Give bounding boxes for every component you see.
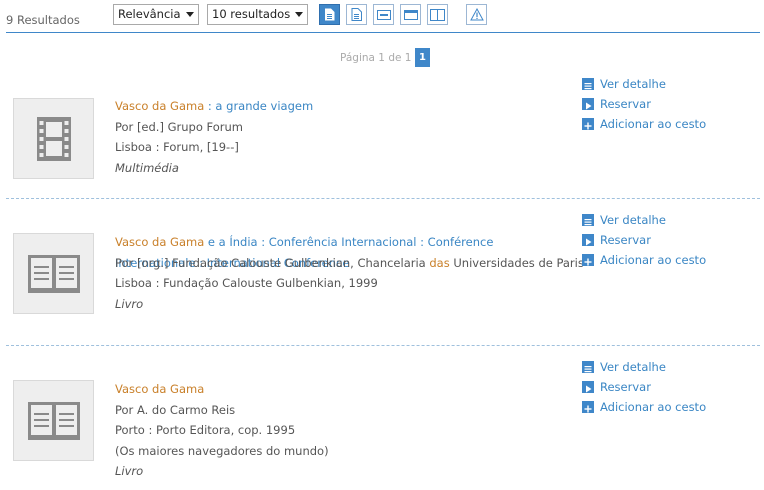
open-book-icon (430, 8, 445, 21)
book-icon (27, 254, 80, 293)
book-icon (27, 401, 80, 440)
add-to-basket-button[interactable]: Adicionar ao cesto (582, 114, 757, 134)
toolbar-divider (6, 32, 760, 33)
result-series: (Os maiores navegadores do mundo) (115, 443, 329, 458)
result-publication: Porto : Porto Editora, cop. 1995 (115, 423, 296, 437)
card-icon (403, 9, 418, 20)
reserve-label: Reservar (600, 97, 651, 111)
add-to-basket-label: Adicionar ao cesto (600, 253, 707, 267)
plus-icon (582, 118, 594, 130)
reserve-label: Reservar (600, 233, 651, 247)
result-divider (6, 198, 760, 199)
document-icon (325, 8, 335, 21)
add-to-basket-label: Adicionar ao cesto (600, 117, 707, 131)
results-toolbar: 9 Resultados Relevância 10 resultados (0, 0, 764, 34)
page-size-select-value: 10 resultados (212, 7, 291, 21)
pagination-text: Página 1 de 1 (340, 52, 412, 64)
result-type: Livro (115, 464, 144, 478)
document-lines-icon (351, 8, 362, 21)
reserve-button[interactable]: Reservar (582, 377, 757, 397)
result-thumbnail[interactable] (13, 98, 94, 179)
list-icon (582, 78, 594, 90)
result-info: Vasco da Gama : a grande viagem Por [ed.… (115, 96, 555, 178)
result-title[interactable]: Vasco da Gama (115, 379, 555, 400)
title-highlight[interactable]: Vasco da Gama (115, 99, 204, 113)
report-problem-button[interactable] (466, 4, 487, 25)
tag-icon (376, 9, 391, 20)
author-text: Universidades de Paris (449, 255, 584, 270)
result-publication: Lisboa : Forum, [19--] (115, 140, 239, 154)
play-icon (582, 98, 594, 110)
reserve-button[interactable]: Reservar (582, 94, 757, 114)
result-title[interactable]: Vasco da Gama : a grande viagem (115, 96, 555, 117)
result-info: Vasco da Gama e a Índia : Conferência In… (115, 232, 584, 314)
result-author: Por [org.] Fundação Calouste Gulbenkian,… (115, 253, 584, 274)
view-full-record-button[interactable] (346, 4, 367, 25)
result-thumbnail[interactable] (13, 233, 94, 314)
result-actions: Ver detalhe Reservar Adicionar ao cesto (582, 210, 757, 270)
list-icon (582, 214, 594, 226)
list-icon (582, 361, 594, 373)
reserve-button[interactable]: Reservar (582, 230, 757, 250)
result-type: Livro (115, 296, 144, 311)
view-details-button[interactable]: Ver detalhe (582, 210, 757, 230)
view-details-label: Ver detalhe (600, 360, 666, 374)
view-book-button[interactable] (427, 4, 448, 25)
page-size-select[interactable]: 10 resultados (207, 4, 308, 25)
result-actions: Ver detalhe Reservar Adicionar ao cesto (582, 357, 757, 417)
title-highlight[interactable]: Vasco da Gama (115, 235, 204, 249)
view-label-button[interactable] (373, 4, 394, 25)
view-card-button[interactable] (400, 4, 421, 25)
view-summary-button[interactable] (319, 4, 340, 25)
order-select-value: Relevância (118, 7, 181, 21)
title-link[interactable]: : a grande viagem (204, 99, 313, 113)
view-details-label: Ver detalhe (600, 77, 666, 91)
order-select[interactable]: Relevância (113, 4, 199, 25)
view-details-button[interactable]: Ver detalhe (582, 74, 757, 94)
plus-icon (582, 401, 594, 413)
result-author: Por A. do Carmo Reis (115, 402, 236, 417)
reserve-label: Reservar (600, 380, 651, 394)
result-title[interactable]: Vasco da Gama e a Índia : Conferência In… (115, 232, 550, 270)
view-details-label: Ver detalhe (600, 213, 666, 227)
pagination: Página 1 de 1 1 (0, 48, 764, 68)
play-icon (582, 381, 594, 393)
add-to-basket-button[interactable]: Adicionar ao cesto (582, 397, 757, 417)
add-to-basket-label: Adicionar ao cesto (600, 400, 707, 414)
film-icon (36, 116, 71, 161)
title-highlight[interactable]: Vasco da Gama (115, 382, 204, 396)
page-1-button[interactable]: 1 (415, 48, 430, 67)
result-publication: Lisboa : Fundação Calouste Gulbenkian, 1… (115, 276, 378, 290)
warning-icon (469, 8, 484, 21)
result-author: Por [ed.] Grupo Forum (115, 119, 243, 134)
chevron-down-icon (186, 12, 194, 17)
add-to-basket-button[interactable]: Adicionar ao cesto (582, 250, 757, 270)
author-text: Por [org.] Fundação Calouste Gulbenkian,… (115, 255, 430, 270)
result-info: Vasco da Gama Por A. do Carmo Reis Porto… (115, 379, 555, 482)
result-divider (6, 345, 760, 346)
result-thumbnail[interactable] (13, 380, 94, 461)
result-type: Multimédia (115, 160, 179, 175)
view-details-button[interactable]: Ver detalhe (582, 357, 757, 377)
author-highlight: das (429, 255, 450, 270)
result-actions: Ver detalhe Reservar Adicionar ao cesto (582, 74, 757, 134)
chevron-down-icon (295, 12, 303, 17)
play-icon (582, 234, 594, 246)
plus-icon (582, 254, 594, 266)
result-count: 9 Resultados (6, 13, 80, 27)
